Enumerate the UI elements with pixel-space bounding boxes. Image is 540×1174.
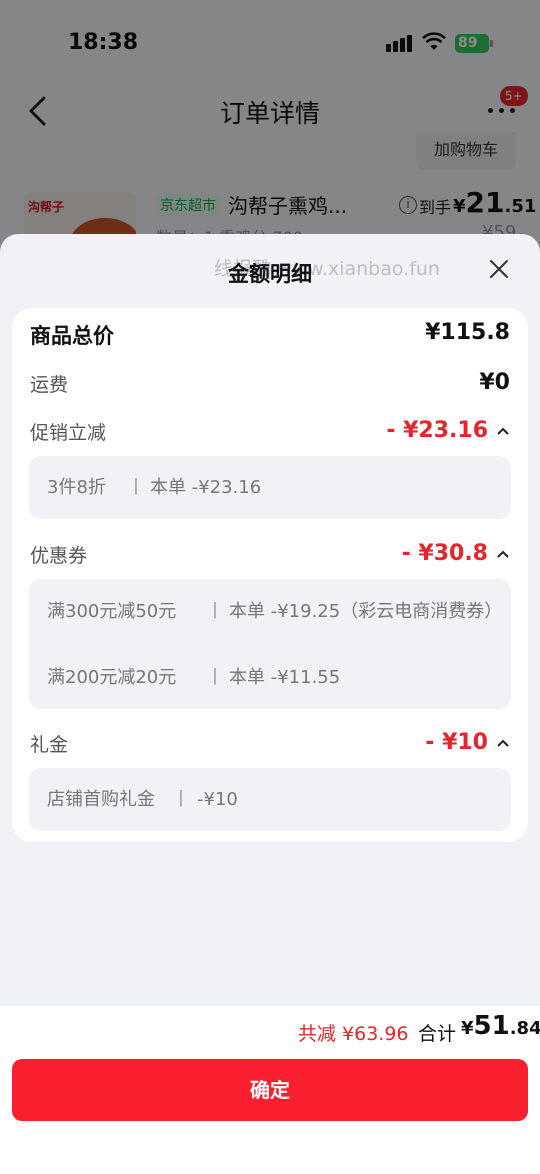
sheet-title: 金额明细: [228, 262, 312, 286]
promo-value: - ¥23.16: [386, 418, 488, 443]
modal-overlay[interactable]: [0, 0, 540, 260]
shipping-label: 运费: [30, 374, 69, 396]
gift-value: - ¥10: [425, 730, 488, 755]
close-icon[interactable]: [488, 258, 510, 280]
chevron-up-icon[interactable]: [496, 426, 510, 436]
promo-row[interactable]: 促销立减 - ¥23.16: [30, 418, 510, 446]
goods-total-label: 商品总价: [30, 324, 114, 348]
coupon-detail-box: 满300元减50元 丨 本单 -¥19.25（彩云电商消费券） 满200元减20…: [29, 579, 511, 709]
amount-card: 商品总价 ¥115.8 运费 ¥0 促销立减 - ¥23.16 3件8折 丨 本…: [12, 308, 528, 842]
coupon-value: - ¥30.8: [401, 541, 488, 566]
confirm-button[interactable]: 确定: [12, 1059, 528, 1121]
footer-bar: 共减 ¥63.96 合计 ¥51.84 确定: [0, 1004, 540, 1174]
chevron-up-icon[interactable]: [496, 549, 510, 559]
coupon-label: 优惠券: [30, 545, 88, 567]
shipping-value: ¥0: [479, 370, 510, 395]
shipping-row: 运费 ¥0: [30, 370, 510, 398]
total-saved: 共减 ¥63.96: [298, 1023, 409, 1045]
gift-detail-box: 店铺首购礼金 丨 -¥10: [29, 768, 511, 831]
background-page: 18:38 89 订单详情 5+ 加购物车 沟帮子 京东超市 沟帮子熏鸡...: [0, 0, 540, 260]
goods-total-value: ¥115.8: [425, 320, 510, 345]
gift-row[interactable]: 礼金 - ¥10: [30, 730, 510, 758]
goods-total-row: 商品总价 ¥115.8: [30, 320, 510, 350]
promo-label: 促销立减: [30, 422, 107, 444]
promo-detail-box: 3件8折 丨 本单 -¥23.16: [29, 456, 511, 519]
chevron-up-icon[interactable]: [496, 738, 510, 748]
total-label: 合计: [418, 1023, 457, 1045]
coupon-detail-line: 满300元减50元 丨 本单 -¥19.25（彩云电商消费券）: [47, 601, 503, 622]
gift-label: 礼金: [30, 734, 69, 756]
total-price: ¥51.84: [461, 1011, 540, 1041]
coupon-row[interactable]: 优惠券 - ¥30.8: [30, 541, 510, 569]
